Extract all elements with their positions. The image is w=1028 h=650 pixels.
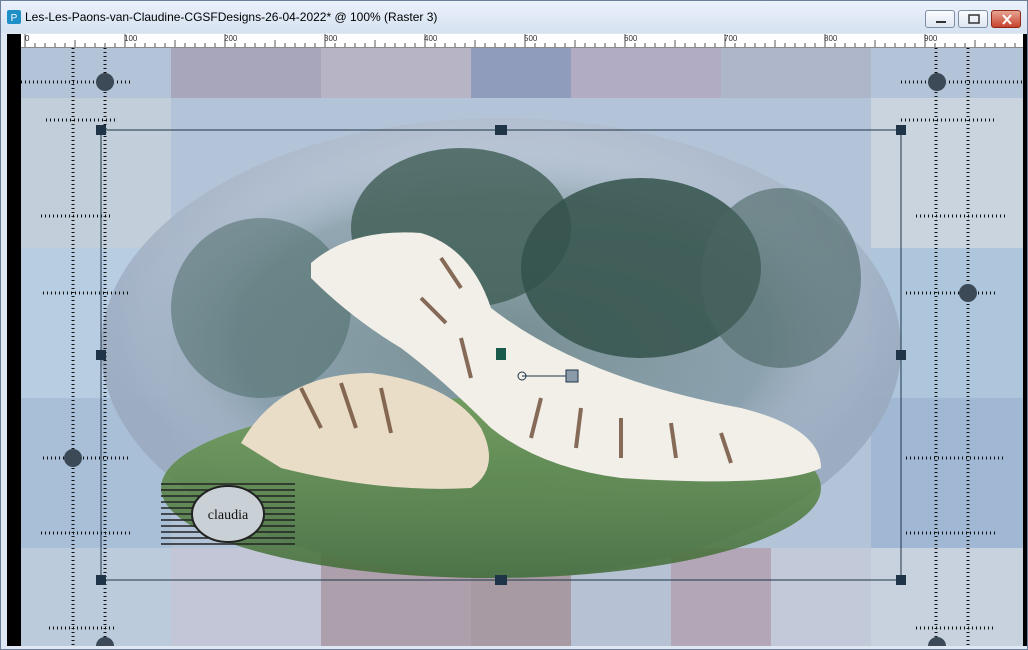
handle-top-left[interactable] [96, 125, 106, 135]
ruler-ticks [24, 34, 1025, 47]
ruler-label: 300 [324, 34, 338, 43]
ruler-label: 200 [224, 34, 238, 43]
ruler-label: 600 [624, 34, 638, 43]
ruler-label: 500 [524, 34, 538, 43]
paint-shop-pro-icon: P [7, 10, 21, 24]
minimize-button[interactable] [925, 10, 955, 28]
ruler-label: 900 [924, 34, 938, 43]
ruler-label: 700 [724, 34, 738, 43]
image-canvas[interactable]: claudia [21, 48, 1023, 646]
handle-top-right[interactable] [896, 125, 906, 135]
image-window: P Les-Les-Paons-van-Claudine-CGSFDesigns… [0, 0, 1028, 650]
svg-text:P: P [11, 13, 18, 24]
close-icon [1002, 14, 1012, 25]
handle-bottom-right[interactable] [896, 575, 906, 585]
ruler-label: 800 [824, 34, 838, 43]
maximize-button[interactable] [958, 10, 988, 28]
handle-middle-right[interactable] [896, 350, 906, 360]
handle-middle-left[interactable] [96, 350, 106, 360]
ruler-label: 100 [124, 34, 138, 43]
vertical-ruler[interactable] [7, 34, 21, 646]
horizontal-ruler[interactable]: 0 100 200 300 400 500 600 700 800 900 [21, 34, 1025, 48]
minimize-icon [936, 21, 946, 23]
close-button[interactable] [991, 10, 1021, 28]
handle-bottom-left[interactable] [96, 575, 106, 585]
handle-bottom-middle[interactable] [495, 575, 507, 585]
ruler-label: 400 [424, 34, 438, 43]
rotation-handle[interactable] [565, 369, 579, 383]
ruler-label: 0 [25, 34, 30, 43]
window-title: Les-Les-Paons-van-Claudine-CGSFDesigns-2… [25, 10, 438, 24]
artwork: claudia [21, 48, 1023, 646]
watermark-text: claudia [208, 508, 249, 523]
maximize-icon [968, 14, 980, 24]
center-handle[interactable] [496, 348, 506, 360]
window-frame-edge [1023, 34, 1027, 646]
title-bar[interactable]: P Les-Les-Paons-van-Claudine-CGSFDesigns… [1, 1, 1027, 33]
handle-top-middle[interactable] [495, 125, 507, 135]
